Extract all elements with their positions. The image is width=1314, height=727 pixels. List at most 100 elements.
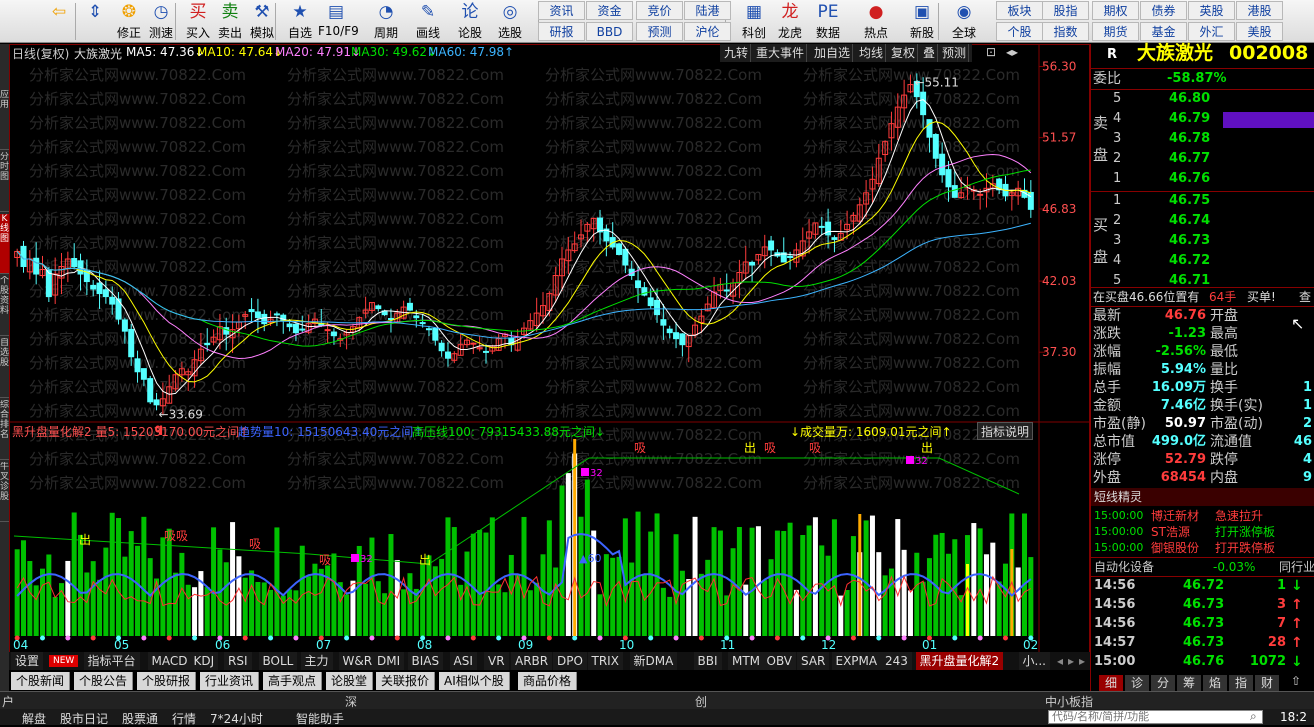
indicator-tab[interactable]: ARBR: [511, 652, 553, 670]
quote-tab[interactable]: 指: [1229, 675, 1253, 691]
chart-toolbar-button[interactable]: 九转: [722, 44, 752, 62]
indicator-tab[interactable]: DMI: [373, 652, 405, 670]
search-input[interactable]: [1048, 710, 1263, 724]
toolbar-grid-button[interactable]: 竞价: [636, 1, 683, 20]
toolbar-button-f10[interactable]: ▤ F10/F9: [318, 0, 359, 43]
toolbar-button-discuss[interactable]: 论论股: [452, 0, 488, 43]
scroll-left-icon[interactable]: ◂: [1057, 652, 1063, 670]
quote-tab[interactable]: 筹: [1177, 675, 1201, 691]
indicator-tab[interactable]: 指标平台: [83, 652, 140, 670]
toolbar-grid-button[interactable]: 股指: [1042, 1, 1089, 20]
toolbar-grid-button[interactable]: 资金: [586, 1, 633, 20]
toolbar-button-select-stock[interactable]: ◎ 选股: [492, 0, 528, 43]
indicator-tab[interactable]: VR: [484, 652, 509, 670]
bottom-info-tab[interactable]: 个股研报: [137, 672, 197, 690]
taskbar-item[interactable]: 股市日记: [60, 710, 108, 727]
indicator-tab[interactable]: KDJ: [189, 652, 219, 670]
toolbar-button-favorites-star[interactable]: ★ 自选: [282, 0, 318, 43]
taskbar-item[interactable]: 7*24小时: [210, 710, 263, 727]
toolbar-button-buy[interactable]: 买买入: [180, 0, 216, 43]
toolbar-grid-button[interactable]: 港股: [1236, 1, 1283, 20]
bottom-info-tab[interactable]: 个股公告: [74, 672, 134, 690]
indicator-tab[interactable]: 设置: [11, 652, 44, 670]
status-item[interactable]: 中小板指: [1045, 693, 1093, 710]
chart-toolbar-button[interactable]: 重大事件: [754, 44, 808, 62]
indicator-tab[interactable]: MACD: [147, 652, 192, 670]
toolbar-button-hotspot[interactable]: ● 热点: [858, 0, 894, 43]
taskbar-item[interactable]: 行情: [172, 710, 196, 727]
toolbar-grid-button[interactable]: 外汇: [1188, 22, 1235, 41]
toolbar-grid-button[interactable]: BBD: [586, 22, 633, 41]
status-item[interactable]: 创: [695, 693, 707, 710]
kline-period[interactable]: 日线(复权): [12, 45, 69, 62]
left-tab[interactable]: 综合排名: [0, 400, 9, 460]
toolbar-button-back-arrow[interactable]: ⇦: [44, 0, 74, 43]
lock-icon[interactable]: ⊡: [986, 45, 996, 59]
toolbar-grid-button[interactable]: 基金: [1140, 22, 1187, 41]
toolbar-button-sell[interactable]: 卖卖出: [212, 0, 248, 43]
indicator-tab[interactable]: EXPMA: [831, 652, 882, 670]
toolbar-button-kechuang[interactable]: ▦ 科创: [736, 0, 772, 43]
taskbar-item[interactable]: 解盘: [22, 710, 46, 727]
chart-toolbar-button[interactable]: 复权: [889, 44, 919, 62]
toolbar-button-dragon-tiger[interactable]: 龙龙虎: [772, 0, 808, 43]
chart-toolbar-button[interactable]: 预测: [940, 44, 970, 62]
toolbar-grid-button[interactable]: 期权: [1092, 1, 1139, 20]
status-item[interactable]: 户: [2, 693, 14, 710]
indicator-tab[interactable]: 新DMA: [629, 652, 678, 670]
chart-toolbar-button[interactable]: 加自选: [812, 44, 854, 62]
indicator-tab[interactable]: TRIX: [587, 652, 623, 670]
expand-icon[interactable]: ◂▸: [1006, 45, 1018, 59]
toolbar-grid-button[interactable]: 英股: [1188, 1, 1235, 20]
toolbar-grid-button[interactable]: 债券: [1140, 1, 1187, 20]
toolbar-grid-button[interactable]: 指数: [1042, 22, 1089, 41]
left-tab[interactable]: 自选股: [0, 338, 9, 398]
indicator-tab[interactable]: BBI: [693, 652, 722, 670]
search-icon[interactable]: ⌕: [1250, 709, 1257, 724]
quote-tab[interactable]: 财: [1255, 675, 1279, 691]
indicator-tab[interactable]: NEW: [49, 655, 79, 667]
bottom-info-tab[interactable]: 个股新闻: [11, 672, 71, 690]
toolbar-grid-button[interactable]: 资讯: [538, 1, 585, 20]
indicator-tab[interactable]: 小...: [1018, 652, 1050, 670]
indicator-tab[interactable]: BOLL: [258, 652, 298, 670]
toolbar-button-pe-data[interactable]: PE 数据: [810, 0, 846, 43]
indicator-help-button[interactable]: 指标说明: [977, 422, 1034, 440]
toolbar-grid-button[interactable]: 个股: [996, 22, 1043, 41]
indicator-tab[interactable]: ASI: [449, 652, 477, 670]
toolbar-grid-button[interactable]: 研报: [538, 22, 585, 41]
scroll-right-icon[interactable]: ▸: [1079, 652, 1085, 670]
toolbar-grid-button[interactable]: 期货: [1092, 22, 1139, 41]
bottom-info-tab[interactable]: 商品价格: [518, 672, 578, 690]
indicator-tab[interactable]: 黑升盘量化解2: [915, 652, 1004, 670]
toolbar-button-up-down-arrow[interactable]: ⇕: [80, 0, 110, 43]
bottom-info-tab[interactable]: 关联报价: [376, 672, 436, 690]
left-tab[interactable]: K线图: [0, 214, 9, 274]
bottom-info-tab[interactable]: 行业资讯: [200, 672, 260, 690]
toolbar-grid-button[interactable]: 陆港: [684, 1, 731, 20]
quote-tab[interactable]: 分: [1151, 675, 1175, 691]
chart-toolbar-button[interactable]: 均线: [857, 44, 887, 62]
toolbar-button-simulate-hammer[interactable]: ⚒ 模拟: [244, 0, 280, 43]
left-tab[interactable]: 个股资料: [0, 276, 9, 336]
indicator-tab[interactable]: MTM: [728, 652, 765, 670]
indicator-tab[interactable]: SAR: [797, 652, 830, 670]
indicator-tab[interactable]: DPO: [553, 652, 587, 670]
toolbar-button-draw-pencil[interactable]: ✎ 画线: [410, 0, 446, 43]
toolbar-button-period-clock[interactable]: ◔ 周期: [368, 0, 404, 43]
toolbar-button-globe[interactable]: ◉ 全球: [946, 0, 982, 43]
toolbar-button-new-stock[interactable]: ▣ 新股: [904, 0, 940, 43]
quote-tab[interactable]: 细: [1099, 675, 1123, 691]
toolbar-button-speed-clock[interactable]: ◷ 测速: [143, 0, 179, 43]
indicator-tab[interactable]: 主力: [300, 652, 333, 670]
toolbar-button-fix[interactable]: ❂ 修正: [111, 0, 147, 43]
quote-tab[interactable]: 诊: [1125, 675, 1149, 691]
left-tab[interactable]: 牛叉诊股: [0, 462, 9, 522]
indicator-tab[interactable]: BIAS: [407, 652, 444, 670]
chart-toolbar-button[interactable]: 叠: [921, 44, 939, 62]
toolbar-grid-button[interactable]: 板块: [996, 1, 1043, 20]
status-item[interactable]: 深: [345, 693, 357, 710]
bottom-info-tab[interactable]: 论股堂: [326, 672, 374, 690]
toolbar-grid-button[interactable]: 美股: [1236, 22, 1283, 41]
kline-chart[interactable]: 分析家公式网www.70822.Com 分析家公式网www.70822.Com 分析…: [9, 44, 1090, 654]
